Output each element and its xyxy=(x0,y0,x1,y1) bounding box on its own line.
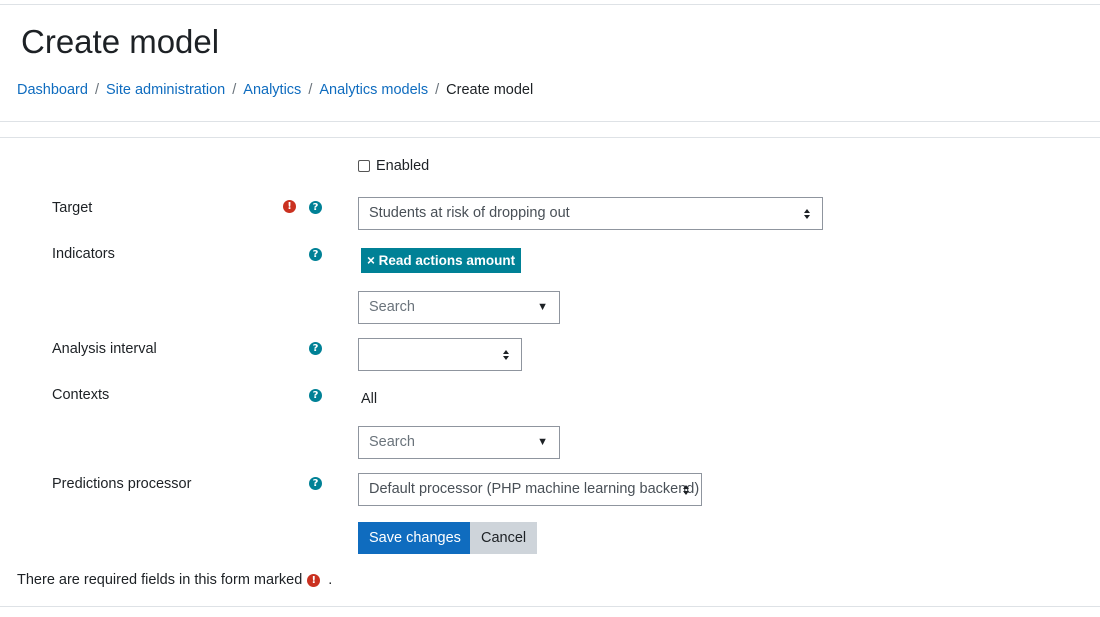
breadcrumb-analytics[interactable]: Analytics xyxy=(243,82,301,98)
indicators-search-input[interactable]: Search ▼ xyxy=(358,291,560,324)
breadcrumb: Dashboard / Site administration / Analyt… xyxy=(17,82,533,98)
indicators-label: Indicators xyxy=(52,246,115,262)
contexts-value: All xyxy=(361,391,378,407)
caret-down-icon[interactable]: ▼ xyxy=(537,292,548,323)
target-label: Target xyxy=(52,200,93,216)
predictions-processor-label: Predictions processor xyxy=(52,476,192,492)
breadcrumb-site-administration[interactable]: Site administration xyxy=(106,82,225,98)
required-icon: ! xyxy=(283,200,296,213)
header-divider xyxy=(0,121,1100,122)
breadcrumb-dashboard[interactable]: Dashboard xyxy=(17,82,88,98)
required-fields-note-suffix: . xyxy=(328,572,333,588)
required-icon: ! xyxy=(307,573,321,587)
breadcrumb-analytics-models[interactable]: Analytics models xyxy=(319,82,428,98)
required-fields-note: There are required fields in this form m… xyxy=(17,572,332,588)
predictions-processor-select[interactable]: Default processor (PHP machine learning … xyxy=(358,473,702,506)
indicator-tag-read-actions-amount[interactable]: × Read actions amount xyxy=(361,248,522,273)
required-fields-note-text: There are required fields in this form m… xyxy=(17,572,303,588)
indicators-help-icon[interactable]: ? xyxy=(309,248,322,261)
page-title: Create model xyxy=(21,23,220,60)
top-divider xyxy=(0,4,1100,5)
form-top-divider xyxy=(0,137,1100,138)
contexts-label: Contexts xyxy=(52,387,110,403)
breadcrumb-current: Create model xyxy=(446,82,534,98)
target-select[interactable]: Students at risk of dropping out xyxy=(358,197,823,230)
analysis-interval-label: Analysis interval xyxy=(52,341,157,357)
sort-arrows-icon xyxy=(683,474,691,505)
indicators-search-placeholder: Search xyxy=(369,299,415,315)
contexts-help-icon[interactable]: ? xyxy=(309,389,322,402)
target-help-icon[interactable]: ? xyxy=(309,201,322,214)
breadcrumb-separator: / xyxy=(308,82,313,98)
analysis-interval-help-icon[interactable]: ? xyxy=(309,342,322,355)
sort-arrows-icon xyxy=(804,198,812,229)
footer-divider xyxy=(0,606,1100,607)
breadcrumb-separator: / xyxy=(232,82,237,98)
sort-arrows-icon xyxy=(503,339,511,370)
cancel-button[interactable]: Cancel xyxy=(470,522,538,554)
target-select-value: Students at risk of dropping out xyxy=(369,205,570,221)
predictions-processor-value: Default processor (PHP machine learning … xyxy=(369,481,700,497)
enabled-checkbox[interactable] xyxy=(358,160,370,172)
contexts-search-placeholder: Search xyxy=(369,434,415,450)
analysis-interval-select[interactable] xyxy=(358,338,522,371)
caret-down-icon[interactable]: ▼ xyxy=(537,427,548,458)
predictions-processor-help-icon[interactable]: ? xyxy=(309,477,322,490)
contexts-search-input[interactable]: Search ▼ xyxy=(358,426,560,459)
breadcrumb-separator: / xyxy=(94,82,99,98)
enabled-label: Enabled xyxy=(376,158,430,174)
save-changes-button[interactable]: Save changes xyxy=(358,522,472,554)
breadcrumb-separator: / xyxy=(435,82,440,98)
